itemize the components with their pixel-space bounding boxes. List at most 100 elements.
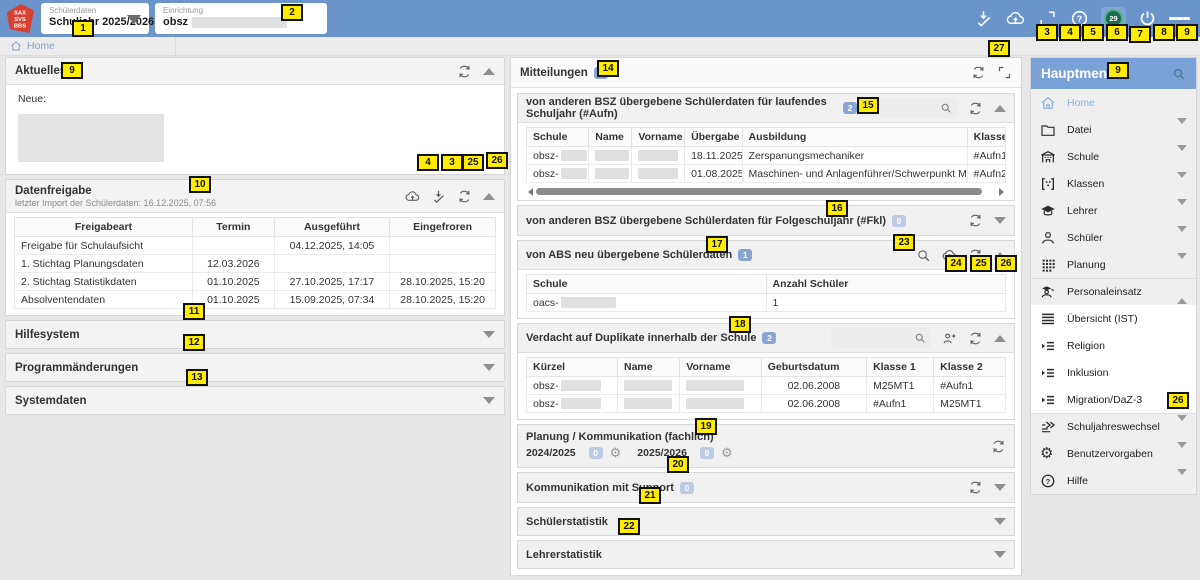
gear-icon[interactable]: ⚙ <box>721 445 733 461</box>
sidebar-item-schüler[interactable]: Schüler <box>1031 224 1196 251</box>
chevron-down-icon[interactable] <box>1177 475 1187 487</box>
sidebar-item-religion[interactable]: Religion <box>1031 332 1196 359</box>
collapse-icon[interactable] <box>483 193 495 200</box>
refresh-icon[interactable] <box>968 331 983 346</box>
planung-kommunikation-header[interactable]: Planung / Kommunikation (fachlich) 2024/… <box>518 425 1014 467</box>
gear-icon[interactable]: ⚙ <box>610 445 622 461</box>
merge-duplicates-icon[interactable] <box>942 331 957 346</box>
table-row[interactable]: obsz-02.06.2008M25MT1#Aufn1 <box>527 377 1006 395</box>
column-header[interactable]: Ausgeführt <box>274 218 389 237</box>
refresh-icon[interactable] <box>968 213 983 228</box>
refresh-icon[interactable] <box>968 480 983 495</box>
sidebar-item-hilfe[interactable]: ?Hilfe <box>1031 467 1196 494</box>
sidebar-item-datei[interactable]: Datei <box>1031 116 1196 143</box>
refresh-icon[interactable] <box>968 101 983 116</box>
table-row[interactable]: Freigabe für Schulaufsicht04.12.2025, 14… <box>15 237 496 255</box>
refresh-icon[interactable] <box>991 439 1006 454</box>
sidebar-item-übersicht-ist[interactable]: Übersicht (IST) <box>1031 305 1196 332</box>
expand-icon[interactable] <box>483 364 495 371</box>
sidebar-item-klassen[interactable]: Klassen <box>1031 170 1196 197</box>
import-icon[interactable] <box>431 189 446 204</box>
collapse-all-icon[interactable] <box>997 65 1012 80</box>
column-header[interactable]: Ausbildung <box>742 128 967 147</box>
schuelerstatistik-header[interactable]: Schülerstatistik <box>518 508 1014 535</box>
chevron-down-icon[interactable] <box>1177 205 1187 217</box>
chevron-down-icon[interactable] <box>127 15 141 24</box>
chevron-up-icon[interactable] <box>1177 286 1187 298</box>
fkl-header[interactable]: von anderen BSZ übergebene Schülerdaten … <box>518 206 1014 235</box>
expand-icon[interactable] <box>994 217 1006 224</box>
hilfesystem-header[interactable]: Hilfesystem <box>6 321 504 348</box>
table-row[interactable]: obsz-01.08.2025Maschinen- und Anlagenfüh… <box>527 165 1006 183</box>
expand-icon[interactable] <box>483 397 495 404</box>
cloud-sync-icon[interactable] <box>405 189 420 204</box>
search-input[interactable] <box>831 328 931 348</box>
support-header[interactable]: Kommunikation mit Support 0 <box>518 473 1014 502</box>
sidebar-item-planung[interactable]: Planung <box>1031 251 1196 278</box>
import-icon[interactable] <box>973 8 994 29</box>
column-header[interactable]: Kürzel <box>527 358 618 377</box>
column-header[interactable]: Übergabe am <box>685 128 742 147</box>
refresh-icon[interactable] <box>457 189 472 204</box>
table-row[interactable]: obsz-18.11.2025Zerspanungsmechaniker#Auf… <box>527 147 1006 165</box>
chevron-down-icon[interactable] <box>1177 124 1187 136</box>
column-header[interactable]: Klasse 1 <box>867 358 934 377</box>
chevron-down-icon[interactable] <box>1177 151 1187 163</box>
column-header[interactable]: Anzahl Schüler <box>766 275 1006 294</box>
column-header[interactable]: Geburtsdatum <box>761 358 866 377</box>
sidebar-item-schuljahreswechsel[interactable]: Schuljahreswechsel <box>1031 413 1196 440</box>
collapse-icon[interactable] <box>994 105 1006 112</box>
chevron-down-icon[interactable] <box>1177 448 1187 460</box>
expand-icon[interactable] <box>994 484 1006 491</box>
column-header[interactable]: Name <box>618 358 680 377</box>
mitteilungen-header[interactable]: Mitteilungen 5 <box>511 58 1021 88</box>
table-row[interactable]: 1. Stichtag Planungsdaten12.03.2026 <box>15 255 496 273</box>
lehrerstatistik-header[interactable]: Lehrerstatistik <box>518 541 1014 568</box>
refresh-icon[interactable] <box>457 64 472 79</box>
datenfreigabe-header[interactable]: Datenfreigabe letzter Import der Schüler… <box>6 180 504 213</box>
refresh-icon[interactable] <box>971 65 986 80</box>
column-header[interactable]: Vorname <box>680 358 761 377</box>
sidebar-item-lehrer[interactable]: Lehrer <box>1031 197 1196 224</box>
sidebar-item-benutzervorgaben[interactable]: ⚙Benutzervorgaben <box>1031 440 1196 467</box>
column-header[interactable]: Freigabeart <box>15 218 193 237</box>
horizontal-scrollbar[interactable] <box>528 186 1004 197</box>
breadcrumb-home[interactable]: Home <box>27 40 55 52</box>
expand-icon[interactable] <box>483 331 495 338</box>
chevron-down-icon[interactable] <box>1177 421 1187 433</box>
column-header[interactable]: Klasse 2 <box>934 358 1006 377</box>
menu-search-icon[interactable] <box>1172 67 1186 81</box>
duplikate-header[interactable]: Verdacht auf Duplikate innerhalb der Sch… <box>518 324 1014 353</box>
chevron-down-icon[interactable] <box>1177 232 1187 244</box>
table-row[interactable]: Absolventendaten01.10.202515.09.2025, 07… <box>15 291 496 309</box>
chevron-down-icon[interactable] <box>1177 178 1187 190</box>
table-row[interactable]: oacs-1 <box>527 294 1006 312</box>
column-header[interactable]: Termin <box>192 218 274 237</box>
sidebar-item-inklusion[interactable]: Inklusion <box>1031 359 1196 386</box>
column-header[interactable]: Vorname <box>632 128 685 147</box>
expand-icon[interactable] <box>994 551 1006 558</box>
column-header[interactable]: Eingefroren <box>390 218 496 237</box>
schuljahr-selector[interactable]: Schülerdaten Schuljahr 2025/2026 <box>41 3 149 34</box>
column-header[interactable]: Schule <box>527 128 589 147</box>
column-header[interactable]: Schule <box>527 275 767 294</box>
search-icon[interactable] <box>916 248 931 263</box>
programmaenderungen-header[interactable]: Programmänderungen <box>6 354 504 381</box>
scroll-left-icon[interactable] <box>528 188 533 196</box>
table-row[interactable]: obsz-02.06.2008#Aufn1M25MT1 <box>527 395 1006 413</box>
aufn-header[interactable]: von anderen BSZ übergebene Schülerdaten … <box>518 94 1014 123</box>
scroll-right-icon[interactable] <box>999 188 1004 196</box>
scrollbar-thumb[interactable] <box>536 188 982 195</box>
sidebar-item-home[interactable]: Home <box>1031 89 1196 116</box>
sidebar-item-personaleinsatz[interactable]: Personaleinsatz <box>1031 278 1196 305</box>
collapse-icon[interactable] <box>483 68 495 75</box>
expand-icon[interactable] <box>994 518 1006 525</box>
column-header[interactable]: Name <box>589 128 632 147</box>
sidebar-item-schule[interactable]: Schule <box>1031 143 1196 170</box>
table-row[interactable]: 2. Stichtag Statistikdaten01.10.202527.1… <box>15 273 496 291</box>
systemdaten-header[interactable]: Systemdaten <box>6 387 504 414</box>
collapse-icon[interactable] <box>994 335 1006 342</box>
column-header[interactable]: Klasse <box>967 128 1005 147</box>
abs-header[interactable]: von ABS neu übergebene Schülerdaten 1 <box>518 241 1014 270</box>
cloud-sync-icon[interactable] <box>1005 8 1026 29</box>
